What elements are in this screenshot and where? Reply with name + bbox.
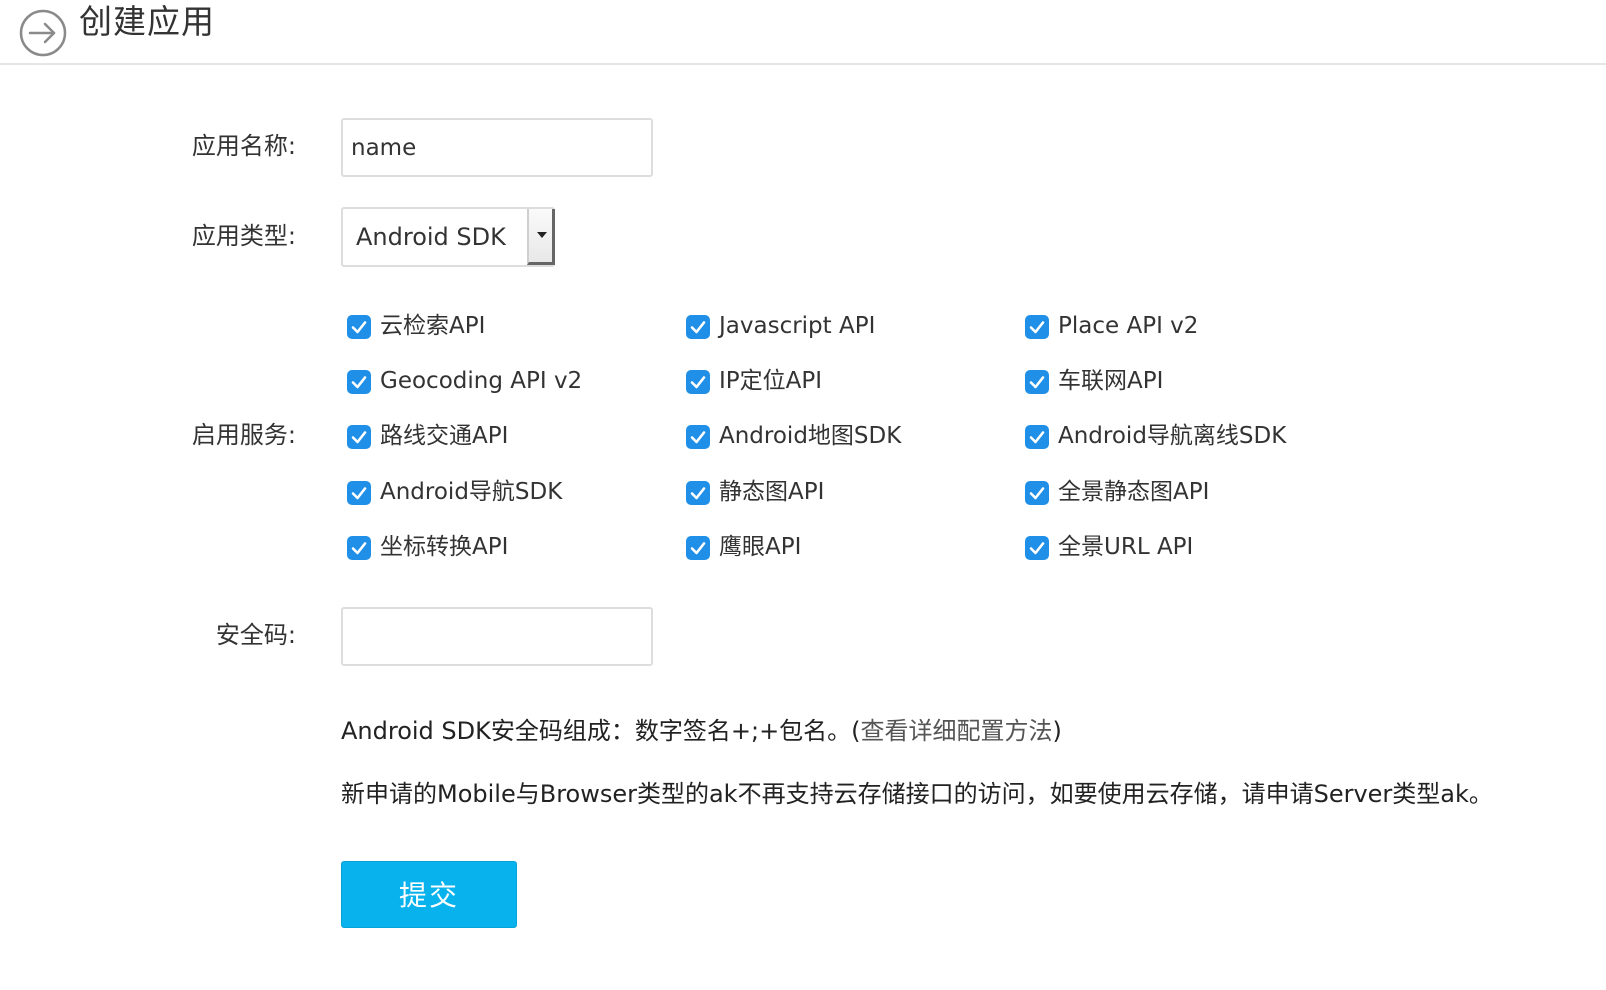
arrow-right-circle-icon[interactable] (19, 9, 67, 57)
service-checkbox-label: Android地图SDK (719, 423, 902, 449)
submit-button[interactable]: 提交 (341, 861, 517, 928)
security-hint-suffix: ) (1052, 717, 1062, 745)
create-app-page: 创建应用 应用名称: 应用类型: Android SDK 启用服务: 云检索AP… (0, 0, 1606, 990)
service-checkbox-label: Javascript API (719, 313, 876, 339)
checkmark-icon (1029, 542, 1045, 555)
checkmark-icon (690, 487, 706, 500)
security-code-input[interactable] (341, 607, 653, 666)
page-header: 创建应用 (0, 0, 1606, 65)
checkmark-icon (351, 431, 367, 444)
service-checkbox-label: 车联网API (1058, 368, 1164, 394)
service-checkbox-label: 鹰眼API (719, 534, 802, 560)
checkmark-icon (351, 376, 367, 389)
checkbox[interactable] (1025, 425, 1049, 449)
checkbox[interactable] (347, 370, 371, 394)
checkmark-icon (1029, 376, 1045, 389)
chevron-down-icon (537, 232, 547, 238)
page-title: 创建应用 (79, 2, 215, 41)
checkmark-icon (351, 321, 367, 334)
security-code-hint: Android SDK安全码组成：数字签名+;+包名。(查看详细配置方法) (341, 716, 1062, 746)
config-method-link[interactable]: 查看详细配置方法 (861, 717, 1053, 745)
checkmark-icon (1029, 321, 1045, 334)
service-checkbox-label: Place API v2 (1058, 313, 1199, 339)
checkbox[interactable] (1025, 315, 1049, 339)
checkbox[interactable] (1025, 536, 1049, 560)
checkbox[interactable] (686, 315, 710, 339)
checkbox[interactable] (347, 536, 371, 560)
checkmark-icon (1029, 487, 1045, 500)
service-checkbox-label: Geocoding API v2 (380, 368, 583, 394)
service-checkbox-label: Android导航离线SDK (1058, 423, 1287, 449)
checkbox[interactable] (1025, 370, 1049, 394)
checkbox[interactable] (686, 536, 710, 560)
security-hint-text: Android SDK安全码组成：数字签名+;+包名。( (341, 717, 861, 745)
service-checkbox-label: 静态图API (719, 479, 825, 505)
service-checkbox-label: IP定位API (719, 368, 823, 394)
checkbox[interactable] (347, 481, 371, 505)
app-name-input[interactable] (341, 118, 653, 177)
service-checkbox-label: 全景URL API (1058, 534, 1194, 560)
checkbox[interactable] (686, 481, 710, 505)
service-checkbox-label: 路线交通API (380, 423, 509, 449)
checkmark-icon (351, 487, 367, 500)
app-type-dropdown-button[interactable] (527, 209, 555, 265)
checkmark-icon (690, 376, 706, 389)
app-type-selected-value: Android SDK (356, 223, 506, 251)
service-checkbox-label: Android导航SDK (380, 479, 563, 505)
app-name-label: 应用名称: (191, 132, 296, 160)
storage-notice: 新申请的Mobile与Browser类型的ak不再支持云存储接口的访问，如要使用… (341, 780, 1493, 808)
checkmark-icon (690, 431, 706, 444)
services-label: 启用服务: (191, 421, 296, 449)
app-type-label: 应用类型: (191, 222, 296, 250)
security-code-label: 安全码: (215, 621, 296, 649)
checkmark-icon (1029, 431, 1045, 444)
app-type-select[interactable]: Android SDK (341, 207, 555, 267)
service-checkbox-label: 全景静态图API (1058, 479, 1210, 505)
checkbox[interactable] (686, 370, 710, 394)
checkmark-icon (690, 542, 706, 555)
checkmark-icon (690, 321, 706, 334)
checkbox[interactable] (347, 315, 371, 339)
service-checkbox-label: 坐标转换API (380, 534, 509, 560)
checkbox[interactable] (347, 425, 371, 449)
service-checkbox-label: 云检索API (380, 313, 486, 339)
checkbox[interactable] (686, 425, 710, 449)
checkbox[interactable] (1025, 481, 1049, 505)
checkmark-icon (351, 542, 367, 555)
